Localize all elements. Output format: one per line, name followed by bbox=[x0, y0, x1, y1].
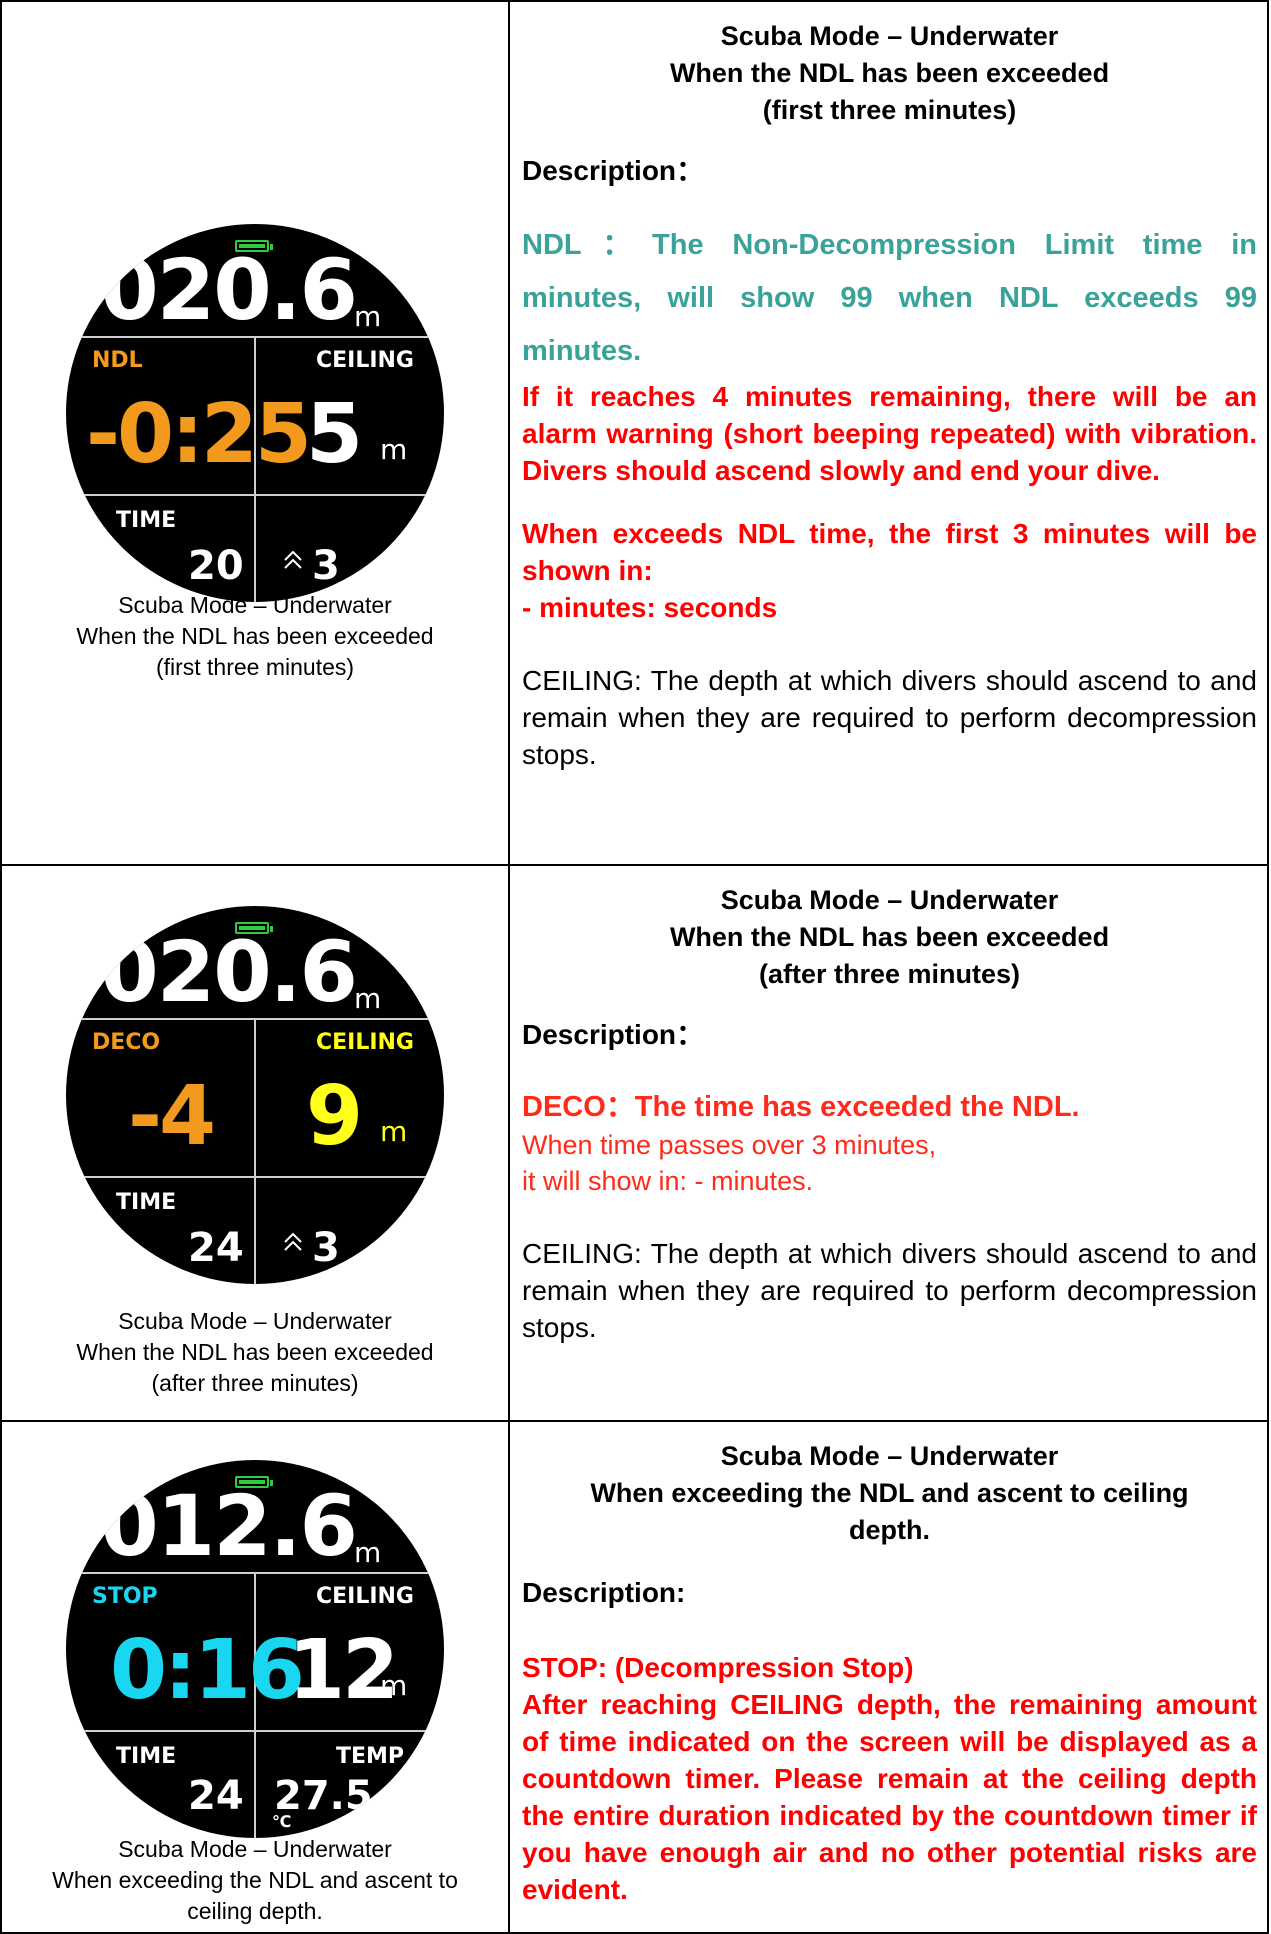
ascent-rate-value: 3 bbox=[312, 1225, 340, 1271]
watch-face: 012.6 m STOP 0:16 CEILING 12 m TIME 24 T… bbox=[66, 1460, 444, 1838]
title-line: When the NDL has been exceeded bbox=[669, 922, 1110, 952]
caption-line: ceiling depth. bbox=[187, 1898, 323, 1924]
description-cell: Scuba Mode – Underwater When the NDL has… bbox=[508, 864, 1269, 1422]
depth-value: 020.6 bbox=[100, 241, 358, 339]
depth-value: 012.6 bbox=[100, 1477, 358, 1575]
ceiling-unit: m bbox=[380, 433, 408, 466]
section-title: Scuba Mode – Underwater When the NDL has… bbox=[522, 18, 1257, 129]
watch-screenshot: 012.6 m STOP 0:16 CEILING 12 m TIME 24 T… bbox=[66, 1460, 444, 1838]
caption-line: When the NDL has been exceeded bbox=[76, 1339, 434, 1365]
title-line: (first three minutes) bbox=[762, 95, 1017, 125]
document-table: 020.6 m NDL -0:25 CEILING 5 m TIME 20 3 … bbox=[0, 0, 1269, 1934]
section-title: Scuba Mode – Underwater When exceeding t… bbox=[522, 1438, 1257, 1549]
time-value: 20 bbox=[188, 543, 244, 589]
ceiling-description: CEILING: The depth at which divers shoul… bbox=[522, 665, 1257, 770]
exceed-line: - minutes: seconds bbox=[522, 592, 778, 623]
deco-heading: DECO：The time has exceeded the NDL. bbox=[522, 1091, 1080, 1123]
stop-value: 0:16 bbox=[110, 1623, 305, 1718]
deco-label: DECO bbox=[92, 1030, 161, 1055]
exceed-line: When exceeds NDL time, the first 3 minut… bbox=[522, 518, 1257, 586]
ceiling-value: 5 bbox=[306, 387, 363, 482]
ndl-value: -0:25 bbox=[86, 387, 312, 482]
title-line: Scuba Mode – Underwater bbox=[720, 1441, 1059, 1471]
table-row: 020.6 m NDL -0:25 CEILING 5 m TIME 20 3 … bbox=[0, 0, 1269, 866]
caption-line: (after three minutes) bbox=[151, 1370, 359, 1396]
title-line: Scuba Mode – Underwater bbox=[720, 21, 1059, 51]
time-label: TIME bbox=[116, 1190, 177, 1215]
temp-label: TEMP bbox=[335, 1744, 404, 1769]
temp-unit: ℃ bbox=[272, 1812, 292, 1831]
description-heading: Description： bbox=[522, 155, 705, 186]
title-line: When the NDL has been exceeded bbox=[669, 58, 1110, 88]
description-heading: Description: bbox=[522, 1577, 686, 1608]
caption-line: Scuba Mode – Underwater bbox=[118, 1308, 392, 1334]
title-line: When exceeding the NDL and ascent to cei… bbox=[590, 1478, 1189, 1508]
table-row: 012.6 m STOP 0:16 CEILING 12 m TIME 24 T… bbox=[0, 1420, 1269, 1934]
ndl-label: NDL bbox=[92, 348, 143, 373]
deco-value: -4 bbox=[128, 1069, 216, 1164]
table-row: 020.6 m DECO -4 CEILING 9 m TIME 24 3 Sc… bbox=[0, 864, 1269, 1422]
ceiling-description: CEILING: The depth at which divers shoul… bbox=[522, 1238, 1257, 1343]
stop-description: After reaching CEILING depth, the remain… bbox=[522, 1689, 1257, 1905]
stop-label: STOP bbox=[92, 1584, 158, 1609]
stop-heading: STOP: (Decompression Stop) bbox=[522, 1652, 914, 1683]
ascent-rate-icon bbox=[284, 1232, 302, 1251]
watch-cell: 020.6 m DECO -4 CEILING 9 m TIME 24 3 Sc… bbox=[0, 864, 510, 1422]
caption-line: Scuba Mode – Underwater bbox=[118, 1836, 392, 1862]
depth-unit: m bbox=[354, 300, 382, 333]
ndl-description: NDL：The Non-Decompression Limit time in … bbox=[522, 229, 1257, 367]
time-label: TIME bbox=[116, 508, 177, 533]
ceiling-label: CEILING bbox=[315, 1584, 414, 1609]
caption-line: When the NDL has been exceeded bbox=[76, 623, 434, 649]
description-cell: Scuba Mode – Underwater When the NDL has… bbox=[508, 0, 1269, 866]
watch-screenshot: 020.6 m NDL -0:25 CEILING 5 m TIME 20 3 bbox=[66, 224, 444, 602]
time-value: 24 bbox=[188, 1773, 244, 1819]
image-caption: Scuba Mode – Underwater When the NDL has… bbox=[2, 1306, 508, 1399]
depth-unit: m bbox=[354, 982, 382, 1015]
description-cell: Scuba Mode – Underwater When exceeding t… bbox=[508, 1420, 1269, 1934]
watch-cell: 020.6 m NDL -0:25 CEILING 5 m TIME 20 3 … bbox=[0, 0, 510, 866]
ceiling-label: CEILING bbox=[315, 348, 414, 373]
ceiling-unit: m bbox=[380, 1115, 408, 1148]
image-caption: Scuba Mode – Underwater When exceeding t… bbox=[2, 1834, 508, 1927]
watch-face: 020.6 m DECO -4 CEILING 9 m TIME 24 3 bbox=[66, 906, 444, 1284]
caption-line: When exceeding the NDL and ascent to bbox=[52, 1867, 458, 1893]
title-line: depth. bbox=[849, 1515, 930, 1545]
section-title: Scuba Mode – Underwater When the NDL has… bbox=[522, 882, 1257, 993]
exceed-description: When exceeds NDL time, the first 3 minut… bbox=[522, 515, 1257, 626]
time-label: TIME bbox=[116, 1744, 177, 1769]
depth-value: 020.6 bbox=[100, 923, 358, 1021]
deco-line: When time passes over 3 minutes, bbox=[522, 1130, 937, 1160]
divider bbox=[254, 1018, 256, 1284]
title-line: (after three minutes) bbox=[758, 959, 1021, 989]
ceiling-unit: m bbox=[380, 1669, 408, 1702]
alarm-warning: If it reaches 4 minutes remaining, there… bbox=[522, 381, 1257, 486]
deco-line: it will show in: - minutes. bbox=[522, 1166, 814, 1196]
caption-line: (first three minutes) bbox=[155, 654, 355, 680]
time-value: 24 bbox=[188, 1225, 244, 1271]
watch-face: 020.6 m NDL -0:25 CEILING 5 m TIME 20 3 bbox=[66, 224, 444, 602]
ceiling-value: 9 bbox=[306, 1069, 363, 1164]
watch-screenshot: 020.6 m DECO -4 CEILING 9 m TIME 24 3 bbox=[66, 906, 444, 1284]
image-caption: Scuba Mode – Underwater When the NDL has… bbox=[2, 590, 508, 683]
depth-unit: m bbox=[354, 1536, 382, 1569]
description-heading: Description： bbox=[522, 1019, 705, 1050]
title-line: Scuba Mode – Underwater bbox=[720, 885, 1059, 915]
ascent-rate-icon bbox=[284, 550, 302, 569]
watch-cell: 012.6 m STOP 0:16 CEILING 12 m TIME 24 T… bbox=[0, 1420, 510, 1934]
deco-description: When time passes over 3 minutes, it will… bbox=[522, 1127, 1257, 1199]
caption-line: Scuba Mode – Underwater bbox=[118, 592, 392, 618]
ceiling-label: CEILING bbox=[315, 1030, 414, 1055]
ascent-rate-value: 3 bbox=[312, 543, 340, 589]
temp-value: 27.5 bbox=[274, 1773, 373, 1819]
